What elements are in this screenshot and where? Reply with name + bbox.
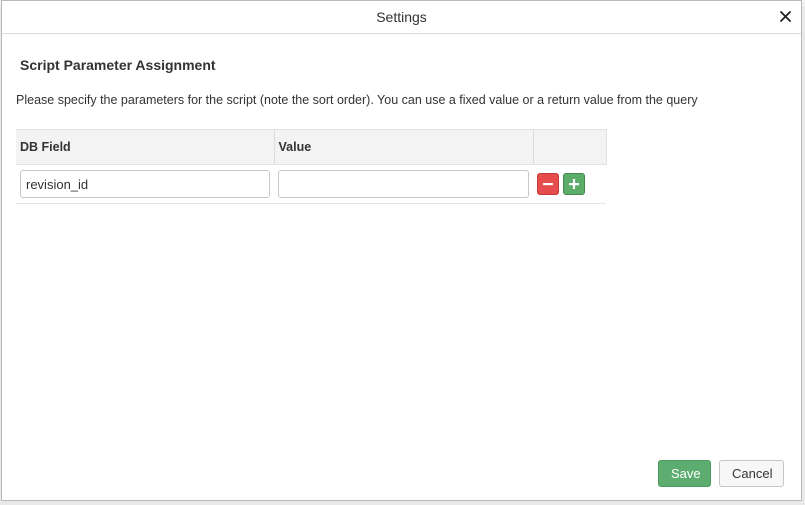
save-button[interactable]: Save (658, 460, 711, 487)
remove-row-button[interactable] (537, 173, 559, 195)
description-text: Please specify the parameters for the sc… (16, 93, 698, 107)
cancel-button[interactable]: Cancel (719, 460, 784, 487)
actions-cell (533, 164, 606, 204)
column-header-db-field: DB Field (16, 129, 275, 165)
value-cell (274, 164, 533, 204)
db-field-cell (16, 164, 274, 204)
db-field-input[interactable] (20, 170, 270, 198)
parameter-table: DB Field Value (16, 129, 607, 204)
close-button[interactable] (775, 6, 795, 26)
value-input[interactable] (278, 170, 529, 198)
column-header-value: Value (274, 129, 534, 165)
table-header-row: DB Field Value (16, 129, 607, 165)
section-title: Script Parameter Assignment (20, 57, 216, 73)
table-row (16, 164, 606, 204)
dialog-title: Settings (376, 9, 427, 25)
add-row-button[interactable] (563, 173, 585, 195)
settings-dialog: Settings Script Parameter Assignment Ple… (1, 0, 802, 501)
plus-icon (569, 179, 579, 189)
column-header-actions (533, 129, 607, 165)
dialog-footer: Save Cancel (658, 460, 784, 487)
dialog-header: Settings (2, 1, 801, 34)
minus-icon (543, 183, 553, 186)
close-icon (779, 10, 791, 22)
